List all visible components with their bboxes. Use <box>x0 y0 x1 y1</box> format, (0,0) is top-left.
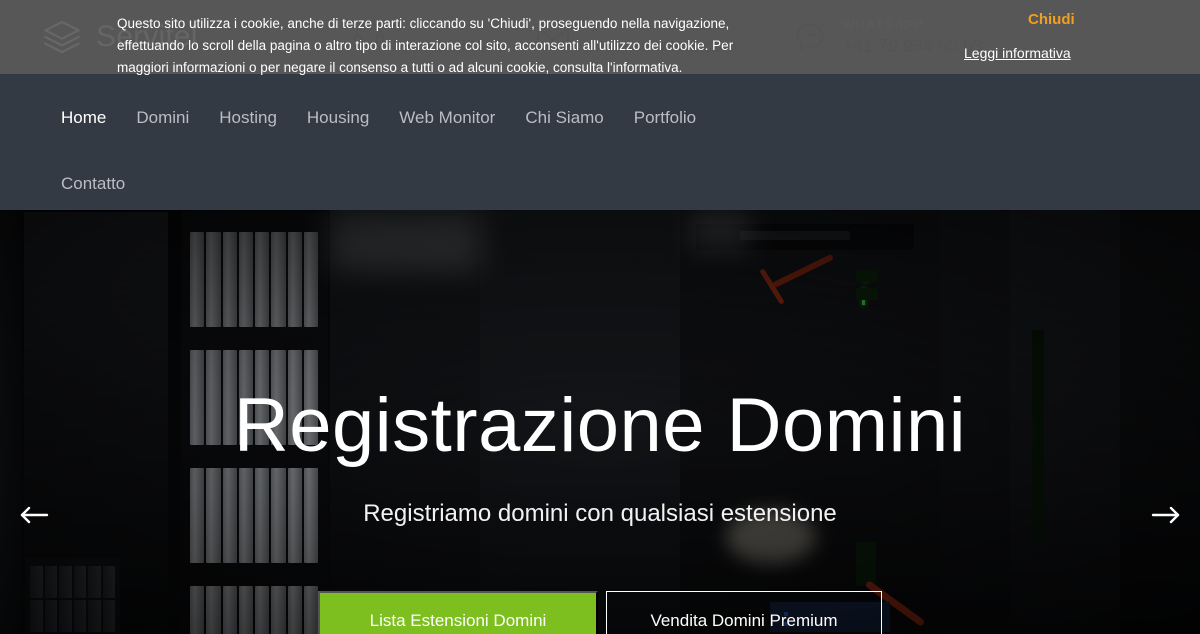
nav-item-home[interactable]: Home <box>46 96 121 140</box>
page-root: Servitel TELEFONO 958 9199491 <box>0 0 1200 634</box>
nav-item-contatto[interactable]: Contatto <box>46 162 140 206</box>
cookie-close-button[interactable]: Chiudi <box>1028 11 1075 28</box>
nav-item-housing[interactable]: Housing <box>292 96 384 140</box>
main-navigation: Home Domini Hosting Housing Web Monitor … <box>0 74 1200 210</box>
vendita-domini-premium-button[interactable]: Vendita Domini Premium <box>606 591 882 634</box>
nav-item-hosting[interactable]: Hosting <box>204 96 292 140</box>
cookie-actions: Chiudi Leggi informativa <box>964 11 1164 61</box>
hero-carousel: Registrazione Domini Registriamo domini … <box>0 210 1200 634</box>
cookie-policy-link[interactable]: Leggi informativa <box>964 45 1164 61</box>
lista-estensioni-domini-button[interactable]: Lista Estensioni Domini <box>318 591 598 634</box>
carousel-next-button[interactable] <box>1146 498 1186 532</box>
nav-item-portfolio[interactable]: Portfolio <box>619 96 711 140</box>
carousel-prev-button[interactable] <box>14 498 54 532</box>
hero-content: Registrazione Domini Registriamo domini … <box>0 210 1200 634</box>
nav-item-domini[interactable]: Domini <box>121 96 204 140</box>
nav-item-chi-siamo[interactable]: Chi Siamo <box>510 96 618 140</box>
hero-cta-group: Lista Estensioni Domini Vendita Domini P… <box>318 591 882 634</box>
hero-title: Registrazione Domini <box>233 383 967 468</box>
cookie-message: Questo sito utilizza i cookie, anche di … <box>117 16 734 75</box>
cookie-consent-banner: Questo sito utilizza i cookie, anche di … <box>0 0 1200 75</box>
hero-subtitle: Registriamo domini con qualsiasi estensi… <box>363 500 837 527</box>
nav-list: Home Domini Hosting Housing Web Monitor … <box>0 74 820 206</box>
nav-item-web-monitor[interactable]: Web Monitor <box>384 96 510 140</box>
